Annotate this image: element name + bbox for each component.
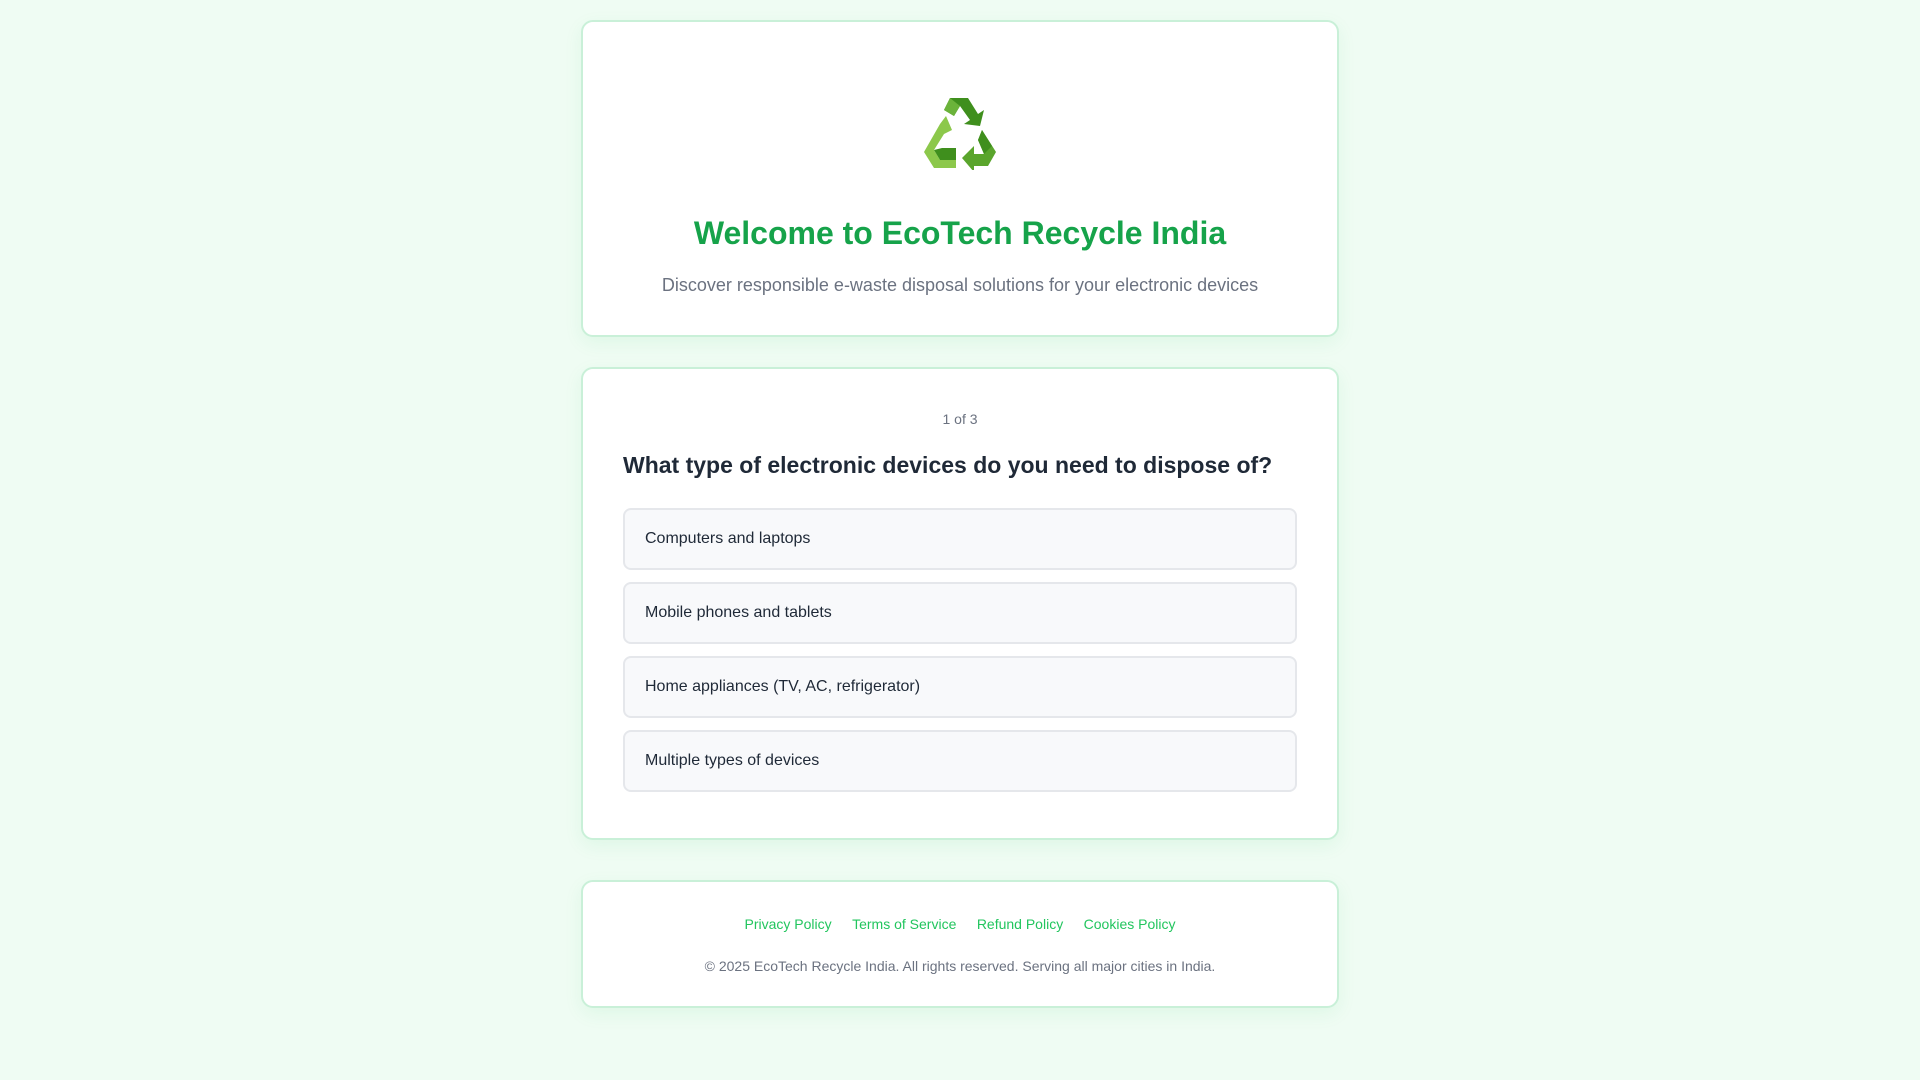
welcome-card: Welcome to EcoTech Recycle India Discove… <box>581 20 1339 337</box>
step-counter: 1 of 3 <box>942 411 978 427</box>
question-title: What type of electronic devices do you n… <box>623 452 1273 478</box>
footer: Privacy Policy Terms of Service Refund P… <box>581 880 1339 1008</box>
recycle-icon <box>922 94 998 172</box>
option-mobile-phones-tablets[interactable]: Mobile phones and tablets <box>623 582 1297 644</box>
terms-of-service-link[interactable]: Terms of Service <box>852 916 956 932</box>
page-subtitle: Discover responsible e-waste disposal so… <box>661 275 1259 295</box>
option-multiple-devices[interactable]: Multiple types of devices <box>623 730 1297 792</box>
privacy-policy-link[interactable]: Privacy Policy <box>745 916 832 932</box>
option-home-appliances[interactable]: Home appliances (TV, AC, refrigerator) <box>623 656 1297 718</box>
answer-options: Computers and laptops Mobile phones and … <box>623 508 1297 792</box>
page-title: Welcome to EcoTech Recycle India <box>693 215 1227 251</box>
quiz-card: 1 of 3 What type of electronic devices d… <box>581 367 1339 840</box>
page: Welcome to EcoTech Recycle India Discove… <box>581 0 1339 1008</box>
option-computers-laptops[interactable]: Computers and laptops <box>623 508 1297 570</box>
footer-links: Privacy Policy Terms of Service Refund P… <box>583 914 1337 934</box>
copyright-text: © 2025 EcoTech Recycle India. All rights… <box>704 958 1216 974</box>
refund-policy-link[interactable]: Refund Policy <box>977 916 1063 932</box>
cookies-policy-link[interactable]: Cookies Policy <box>1084 916 1176 932</box>
